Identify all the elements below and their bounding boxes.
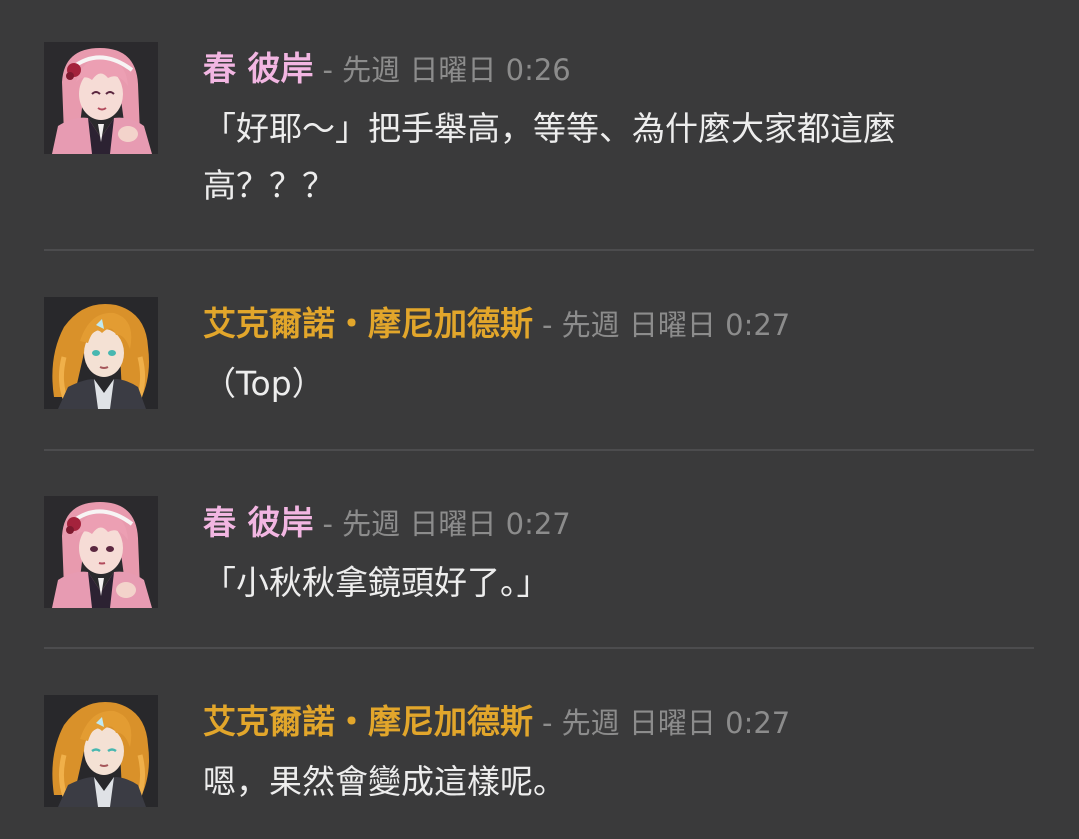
message-text: 「好耶～」把手舉高，等等、為什麼大家都這麼高？？？ (203, 109, 896, 205)
message-text: 嗯，果然會變成這樣呢。 (203, 762, 566, 801)
message-content: 艾克爾諾・摩尼加德斯 - 先週 日曜日 0:27 （Top） (203, 297, 1033, 412)
author-name[interactable]: 艾克爾諾・摩尼加德斯 (203, 297, 533, 351)
message-content: 艾克爾諾・摩尼加德斯 - 先週 日曜日 0:27 嗯，果然會變成這樣呢。 (203, 695, 1033, 810)
message-timestamp: - 先週 日曜日 0:27 (542, 706, 791, 740)
orange-haired-character-avatar[interactable] (44, 297, 158, 409)
pink-haired-character-avatar[interactable] (44, 496, 158, 608)
author-name[interactable]: 春 彼岸 (203, 42, 314, 96)
author-name[interactable]: 春 彼岸 (203, 496, 314, 550)
message-timestamp: - 先週 日曜日 0:27 (322, 507, 571, 541)
message-header: 春 彼岸 - 先週 日曜日 0:26 (203, 42, 1033, 96)
message-header: 艾克爾諾・摩尼加德斯 - 先週 日曜日 0:27 (203, 297, 1033, 351)
message-divider (44, 647, 1034, 649)
message-content: 春 彼岸 - 先週 日曜日 0:26 「好耶～」把手舉高，等等、為什麼大家都這麼… (203, 42, 1033, 214)
message-header: 艾克爾諾・摩尼加德斯 - 先週 日曜日 0:27 (203, 695, 1033, 749)
message-divider (44, 249, 1034, 251)
message-header: 春 彼岸 - 先週 日曜日 0:27 (203, 496, 1033, 550)
pink-haired-character-avatar[interactable] (44, 42, 158, 154)
message-timestamp: - 先週 日曜日 0:26 (322, 53, 571, 87)
orange-haired-character-avatar[interactable] (44, 695, 158, 807)
message-text: 「小秋秋拿鏡頭好了。」 (203, 563, 550, 602)
message-feed: 春 彼岸 - 先週 日曜日 0:26 「好耶～」把手舉高，等等、為什麼大家都這麼… (0, 0, 1079, 839)
message-text: （Top） (203, 364, 325, 403)
message-timestamp: - 先週 日曜日 0:27 (542, 308, 791, 342)
message-divider (44, 449, 1034, 451)
author-name[interactable]: 艾克爾諾・摩尼加德斯 (203, 695, 533, 749)
message-content: 春 彼岸 - 先週 日曜日 0:27 「小秋秋拿鏡頭好了。」 (203, 496, 1033, 611)
